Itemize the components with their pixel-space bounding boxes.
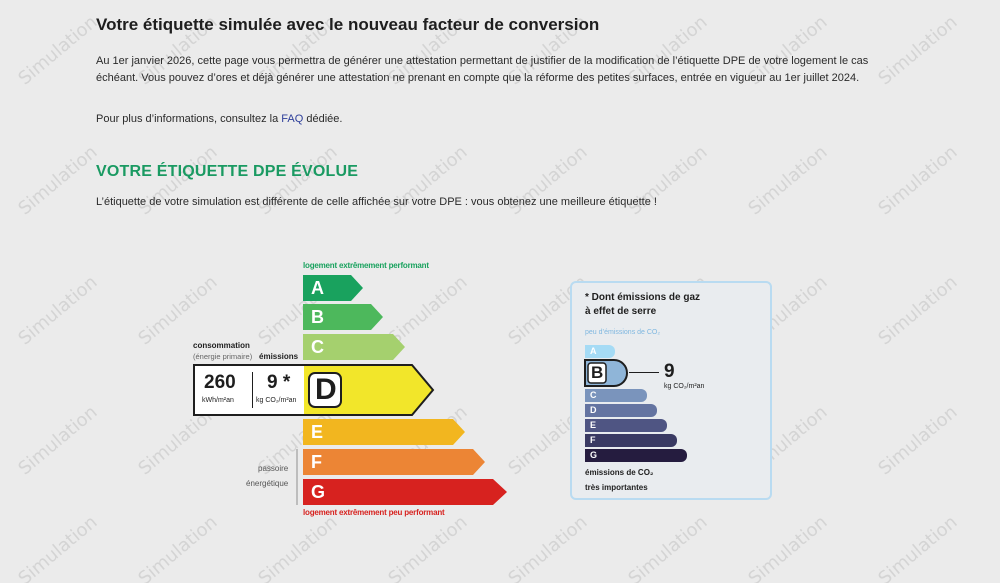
watermark-text: Simulation — [744, 511, 832, 583]
info-prefix: Pour plus d’informations, consultez la — [96, 113, 279, 125]
dpe-top-label: logement extrêmement performant — [303, 261, 429, 270]
watermark-text: Simulation — [384, 511, 472, 583]
dpe-letter-a: A — [311, 278, 324, 298]
co2-bar-e: E — [585, 419, 667, 432]
dpe-bar-e-shape — [303, 419, 465, 445]
faq-link[interactable]: FAQ — [281, 113, 303, 125]
co2-bar-f: F — [585, 434, 677, 447]
dpe-letter-f: F — [311, 452, 322, 472]
dpe-value-box: 260 kWh/m²an 9 * kg CO₂/m²an — [193, 364, 304, 416]
watermark-text: Simulation — [134, 511, 222, 583]
passoire-label-1: passoire — [258, 464, 289, 473]
co2-title-1: * Dont émissions de gaz — [585, 292, 701, 303]
watermark-text: Simulation — [624, 511, 712, 583]
co2-letter-a: A — [590, 346, 597, 356]
watermark-text: Simulation — [504, 511, 592, 583]
watermark-text: Simulation — [874, 141, 962, 220]
emissions-value: 9 * — [267, 372, 291, 393]
value-divider — [252, 372, 253, 408]
dpe-bar-e: E — [303, 419, 467, 445]
co2-letter-e: E — [590, 420, 597, 430]
dpe-bar-g: G — [303, 479, 509, 505]
watermark-text: Simulation — [14, 511, 102, 583]
consumption-sublabel: (énergie primaire) — [193, 352, 253, 361]
co2-bar-g: G — [585, 449, 687, 462]
passoire-label-2: énergétique — [246, 479, 289, 488]
dpe-letter-b: B — [311, 307, 324, 327]
co2-bar-c: C — [585, 389, 647, 402]
dpe-bar-f-shape — [303, 449, 485, 475]
co2-top-label: peu d’émissions de CO₂ — [585, 329, 661, 336]
dpe-bottom-label: logement extrêmement peu performant — [303, 508, 445, 517]
co2-letter-f: F — [590, 435, 596, 445]
consumption-label: consommation — [193, 341, 250, 350]
co2-letter-b: B — [591, 363, 604, 382]
dpe-letter-c: C — [311, 337, 324, 357]
info-suffix: dédiée. — [306, 113, 343, 125]
consumption-value: 260 — [204, 372, 236, 393]
dpe-bar-f: F — [303, 449, 487, 475]
co2-letter-g: G — [590, 450, 598, 460]
page-title: Votre étiquette simulée avec le nouveau … — [96, 15, 600, 34]
emissions-unit: kg CO₂/m²an — [256, 397, 297, 404]
emissions-label: émissions — [259, 352, 299, 361]
dpe-letter-e: E — [311, 422, 324, 442]
co2-title-2: à effet de serre — [585, 306, 657, 317]
info-paragraph: Pour plus d’informations, consultez la F… — [96, 113, 342, 125]
consumption-unit: kWh/m²an — [202, 397, 234, 404]
co2-bar-d: D — [585, 404, 657, 417]
co2-pointer-line — [629, 372, 659, 373]
watermark-text: Simulation — [14, 401, 102, 480]
dpe-bar-b: B — [303, 304, 385, 330]
watermark-text: Simulation — [14, 11, 102, 90]
dpe-letter-g: G — [311, 482, 326, 502]
dpe-letter-d: D — [315, 373, 337, 406]
watermark-text: Simulation — [874, 271, 962, 350]
dpe-bar-c: C — [303, 334, 407, 360]
intro-paragraph: Au 1er janvier 2026, cette page vous per… — [96, 55, 869, 84]
watermark-text: Simulation — [14, 141, 102, 220]
co2-unit: kg CO₂/m²an — [664, 383, 705, 390]
co2-letter-d: D — [590, 405, 597, 415]
section-subtitle: L’étiquette de votre simulation est diff… — [96, 196, 657, 208]
watermark-text: Simulation — [254, 511, 342, 583]
watermark-text: Simulation — [14, 271, 102, 350]
co2-bottom-label-1: émissions de CO₂ — [585, 468, 654, 477]
watermark-text: Simulation — [134, 271, 222, 350]
co2-letter-c: C — [590, 390, 597, 400]
co2-bottom-label-2: très importantes — [585, 483, 648, 492]
co2-value: 9 — [664, 361, 675, 382]
co2-bar-a: A — [585, 345, 615, 358]
dpe-bar-a: A — [303, 275, 365, 301]
watermark-text: Simulation — [874, 401, 962, 480]
co2-bar-b-current: B — [584, 359, 628, 387]
watermark-text: Simulation — [874, 511, 962, 583]
watermark-text: Simulation — [744, 141, 832, 220]
section-title: VOTRE ÉTIQUETTE DPE ÉVOLUE — [96, 163, 359, 180]
passoire-bracket — [296, 449, 298, 505]
dpe-bar-d-current: D — [302, 364, 436, 416]
dpe-bar-g-shape — [303, 479, 507, 505]
co2-label-panel: * Dont émissions de gaz à effet de serre… — [570, 281, 772, 500]
